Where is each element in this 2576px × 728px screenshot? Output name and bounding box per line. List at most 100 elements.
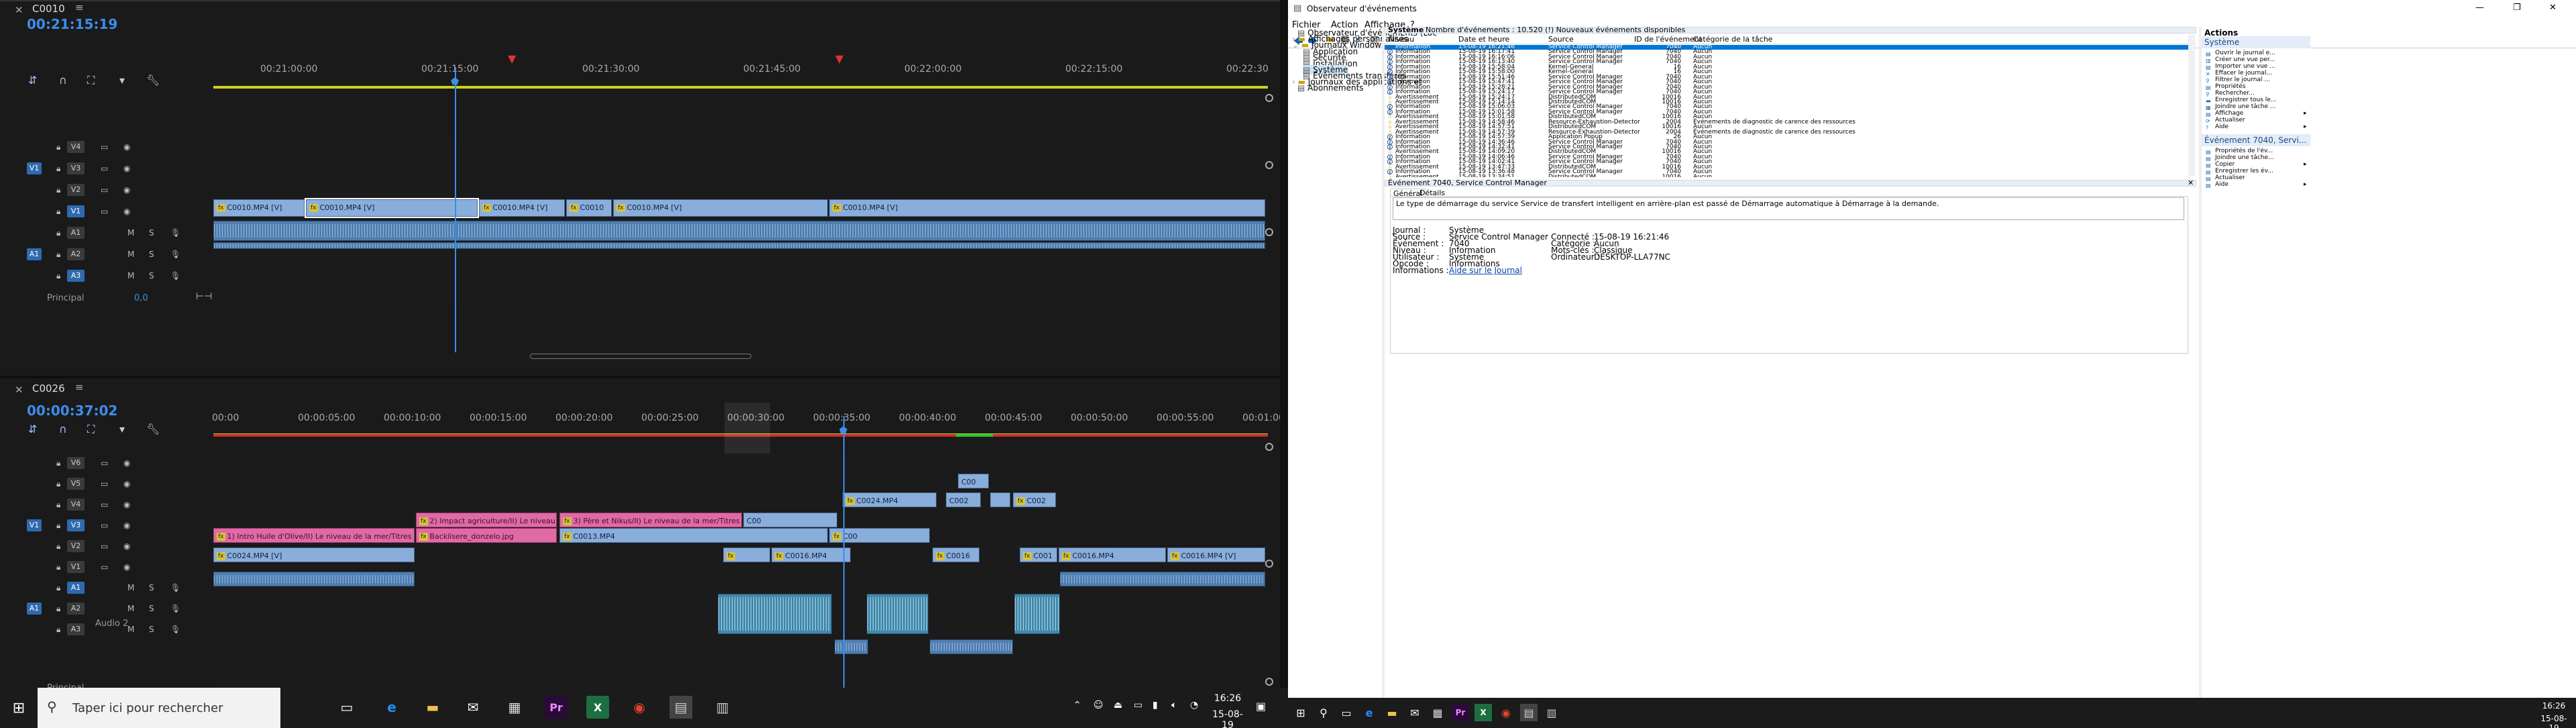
event-message[interactable]: Le type de démarrage du service Service … bbox=[1393, 197, 2184, 220]
app-taskbar-icon[interactable]: ▥ bbox=[711, 696, 734, 719]
sequence1-timecode[interactable]: 00:21:15:19 bbox=[27, 16, 117, 32]
action-item[interactable]: ▥ Créer une vue per... bbox=[2206, 56, 2275, 64]
track-target-button[interactable]: A1 bbox=[67, 227, 85, 239]
action-item[interactable]: ▤ Affichage ▸ bbox=[2206, 110, 2307, 117]
track-target-button[interactable]: V6 bbox=[67, 457, 85, 469]
action-item[interactable]: ▤ Copier ▸ bbox=[2206, 161, 2307, 168]
audio-clip[interactable] bbox=[1060, 572, 1265, 586]
image-clip[interactable]: fx Backlisere_donzelo.jpg bbox=[416, 528, 557, 543]
solo-button[interactable]: S bbox=[149, 583, 154, 592]
wifi-icon[interactable]: ◔ bbox=[1190, 700, 1198, 711]
audio-clip[interactable] bbox=[835, 639, 868, 654]
action-item[interactable]: ▤ Joindre une tâche... bbox=[2206, 154, 2274, 162]
lock-icon[interactable]: 🔒︎ bbox=[56, 185, 60, 195]
maximize-icon[interactable]: ❐ bbox=[2513, 3, 2521, 13]
track-target-button[interactable]: V2 bbox=[67, 540, 85, 552]
track-target-button[interactable]: V2 bbox=[67, 184, 85, 196]
mute-button[interactable]: M bbox=[127, 250, 134, 259]
windows-start-icon[interactable]: ⊞ bbox=[0, 688, 38, 728]
clip[interactable]: fx C002 bbox=[1013, 492, 1056, 507]
work-area-bar[interactable] bbox=[213, 86, 1268, 89]
file-explorer-icon[interactable]: ▬ bbox=[421, 696, 444, 719]
playhead[interactable] bbox=[455, 67, 456, 352]
clock-time[interactable]: 16:26 bbox=[1208, 693, 1248, 704]
marker-icon[interactable]: ▼ bbox=[835, 52, 843, 65]
lock-icon[interactable]: 🔒︎ bbox=[56, 271, 60, 281]
clock-date[interactable]: 15-08-19 bbox=[1208, 709, 1248, 728]
toggle-output-icon[interactable]: ◉ bbox=[123, 164, 130, 173]
lock-icon[interactable]: 🔒︎ bbox=[56, 479, 60, 489]
notification-icon[interactable]: ▣ bbox=[1256, 700, 1266, 713]
clip[interactable]: fx C0010.MP4 [V] bbox=[213, 199, 305, 217]
windows-start-icon[interactable]: ⊞ bbox=[1292, 704, 1309, 721]
clip[interactable]: fx C0016.MP4 bbox=[1059, 548, 1166, 562]
mute-button[interactable]: M bbox=[127, 228, 134, 238]
mute-button[interactable]: M bbox=[127, 604, 134, 613]
clip[interactable]: fx C0010.MP4 [V] bbox=[829, 199, 1265, 217]
people-icon[interactable]: ☺ bbox=[1093, 700, 1104, 711]
chrome-icon[interactable]: ◉ bbox=[1497, 704, 1515, 721]
scroll-knob[interactable] bbox=[1265, 94, 1273, 102]
clip[interactable]: fx C0010.MP4 [V] bbox=[613, 199, 828, 217]
action-item[interactable]: ▤ Ouvrir le journal e... bbox=[2206, 50, 2275, 57]
linked-selection-icon[interactable]: ⛶ bbox=[87, 423, 95, 436]
sequence2-tracks[interactable] bbox=[213, 454, 1268, 688]
col-level[interactable]: Niveau bbox=[1389, 35, 1414, 44]
mic-icon[interactable]: 🎙︎ bbox=[170, 271, 180, 280]
lock-icon[interactable]: 🔒︎ bbox=[56, 500, 60, 510]
edge-icon[interactable]: e bbox=[1360, 704, 1378, 721]
playhead[interactable] bbox=[843, 416, 845, 688]
help-link[interactable]: Aide sur le Journal bbox=[1449, 266, 1522, 275]
magnet-icon[interactable]: ∩ bbox=[59, 423, 67, 435]
col-category[interactable]: Catégorie de la tâche bbox=[1693, 35, 1772, 44]
sequence1-tab[interactable]: C0010 bbox=[32, 3, 65, 15]
mute-button[interactable]: M bbox=[127, 583, 134, 592]
volume-icon[interactable]: 🔈︎ bbox=[1171, 700, 1177, 711]
toggle-output-icon[interactable]: ◉ bbox=[123, 541, 130, 551]
clip[interactable]: fx bbox=[723, 548, 770, 562]
lock-icon[interactable]: 🔒︎ bbox=[56, 228, 60, 238]
clip[interactable]: fx C0024.MP4 [V] bbox=[213, 548, 415, 562]
playhead-handle-icon[interactable]: ⬟ bbox=[451, 76, 459, 87]
sequence1-ruler[interactable]: 00:21:00:00 00:21:15:00 00:21:30:00 00:21:4… bbox=[213, 64, 1269, 88]
lock-icon[interactable]: 🔒︎ bbox=[56, 604, 60, 614]
task-view-icon[interactable]: ▭ bbox=[335, 696, 358, 719]
clip[interactable]: fx C0016.MP4 [V] bbox=[1167, 548, 1265, 562]
scroll-knob[interactable] bbox=[1265, 678, 1273, 686]
toggle-output-icon[interactable]: ◉ bbox=[123, 521, 130, 530]
track-target-button[interactable]: A1 bbox=[67, 582, 85, 594]
lock-icon[interactable]: 🔒︎ bbox=[56, 207, 60, 217]
calculator-icon[interactable]: ▦ bbox=[1429, 704, 1446, 721]
add-marker-icon[interactable]: ▾ bbox=[119, 423, 125, 435]
sync-lock-icon[interactable]: ▭ bbox=[101, 541, 108, 551]
mic-icon[interactable]: 🎙︎ bbox=[170, 228, 180, 238]
chevron-up-icon[interactable]: ⌃ bbox=[1073, 700, 1081, 711]
taskbar-search-box[interactable]: ⚲ Taper ici pour rechercher bbox=[38, 688, 280, 728]
mic-icon[interactable]: 🎙︎ bbox=[170, 250, 180, 259]
solo-button[interactable]: S bbox=[149, 271, 154, 280]
master-value[interactable]: 0,0 bbox=[134, 293, 148, 303]
close-icon[interactable]: ✕ bbox=[2549, 3, 2557, 13]
lock-icon[interactable]: 🔒︎ bbox=[56, 164, 60, 174]
menu-icon[interactable]: ≡ bbox=[75, 1, 84, 13]
scroll-knob[interactable] bbox=[1265, 560, 1273, 568]
premiere-app-icon[interactable]: Pr bbox=[545, 696, 568, 719]
close-icon[interactable]: ✕ bbox=[15, 4, 23, 16]
lock-icon[interactable]: 🔒︎ bbox=[56, 250, 60, 260]
network-icon[interactable]: ▭ bbox=[1134, 700, 1142, 711]
action-item[interactable]: ⚲ Rechercher... bbox=[2206, 90, 2255, 97]
clock-time[interactable]: 16:26 bbox=[2537, 701, 2571, 711]
sync-lock-icon[interactable]: ▭ bbox=[101, 479, 108, 488]
horizontal-scrollbar[interactable] bbox=[530, 354, 751, 359]
chevron-right-icon[interactable]: ▸ bbox=[2304, 123, 2307, 130]
snap-icon[interactable]: ⇵ bbox=[28, 74, 37, 87]
mic-icon[interactable]: 🎙︎ bbox=[170, 583, 180, 592]
col-event-id[interactable]: ID de l'événement bbox=[1634, 35, 1702, 44]
chevron-right-icon[interactable]: ▸ bbox=[2304, 161, 2307, 168]
track-target-button[interactable]: A3 bbox=[67, 623, 85, 635]
clip[interactable] bbox=[990, 492, 1010, 507]
mute-button[interactable]: M bbox=[127, 625, 134, 634]
magnet-icon[interactable]: ∩ bbox=[59, 74, 67, 87]
event-row[interactable]: ⚠ Avertissement 15-08-19 13:34:51 Distribut… bbox=[1385, 174, 2190, 177]
solo-button[interactable]: S bbox=[149, 228, 154, 238]
